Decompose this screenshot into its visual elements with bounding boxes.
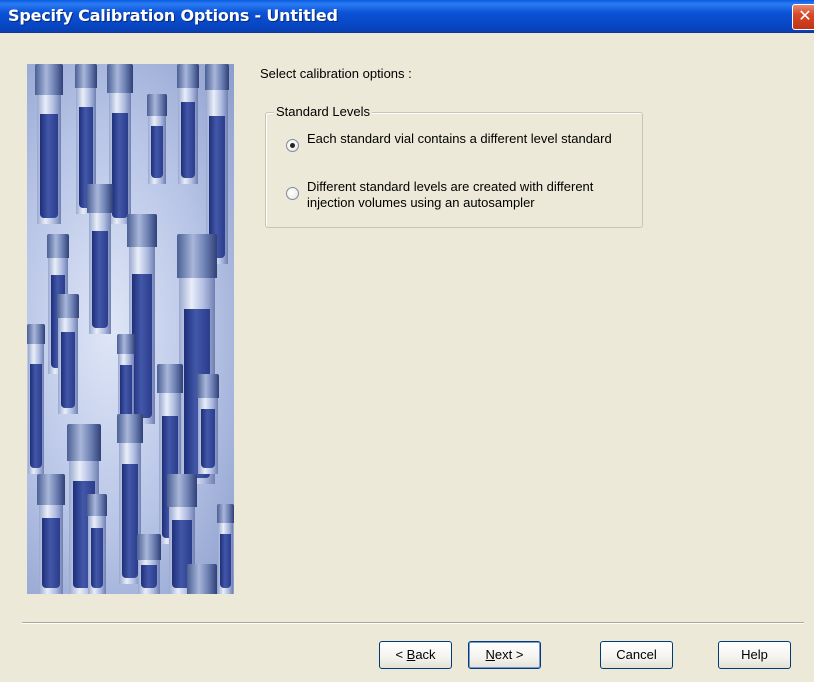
vial-graphic — [137, 534, 161, 594]
window-title: Specify Calibration Options - Untitled — [8, 6, 338, 25]
option-injection-volumes[interactable]: Different standard levels are created wi… — [286, 179, 637, 211]
back-prefix: < — [395, 647, 407, 662]
help-label: Help — [741, 647, 768, 662]
back-label: ack — [415, 647, 436, 662]
vial-graphic — [57, 294, 79, 414]
footer-separator — [22, 622, 804, 624]
back-button[interactable]: < Back — [379, 641, 452, 669]
vial-graphic — [27, 324, 45, 474]
vial-graphic — [87, 184, 113, 334]
help-button[interactable]: Help — [718, 641, 791, 669]
vial-graphic — [87, 494, 107, 594]
next-accel-key: N — [485, 647, 495, 662]
close-icon: ✕ — [798, 6, 812, 25]
instructions-label: Select calibration options : — [260, 66, 412, 81]
radio-button[interactable] — [286, 187, 299, 200]
title-bar: Specify Calibration Options - Untitled ✕ — [0, 0, 814, 33]
vials-illustration — [27, 64, 234, 594]
close-button[interactable]: ✕ — [792, 4, 814, 30]
vial-graphic — [177, 64, 199, 184]
vial-graphic — [217, 504, 234, 594]
cancel-label: Cancel — [616, 647, 657, 662]
vial-graphic — [197, 374, 219, 474]
vial-graphic — [187, 564, 217, 594]
next-button[interactable]: Next > — [468, 641, 541, 669]
vial-graphic — [37, 474, 65, 594]
vial-graphic — [117, 334, 135, 424]
group-label: Standard Levels — [274, 104, 372, 119]
radio-button-selected[interactable] — [286, 139, 299, 152]
option-different-level-vials[interactable]: Each standard vial contains a different … — [286, 131, 637, 152]
option-label: Different standard levels are created wi… — [307, 179, 594, 210]
option-label: Each standard vial contains a different … — [307, 131, 612, 146]
standard-levels-group: Standard Levels Each standard vial conta… — [265, 104, 643, 228]
next-label: ext > — [494, 647, 524, 662]
cancel-button[interactable]: Cancel — [600, 641, 673, 669]
vial-graphic — [35, 64, 63, 224]
vial-graphic — [147, 94, 167, 184]
